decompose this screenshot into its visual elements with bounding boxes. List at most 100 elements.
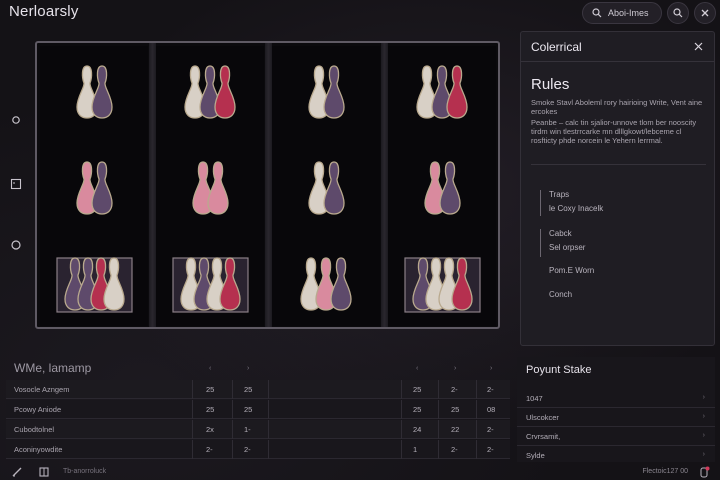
row-label: Cubodtolnel <box>14 425 55 434</box>
link-group-bar <box>540 190 541 216</box>
row-value: 25 <box>413 405 422 414</box>
search-label: Aboi-Imes <box>608 8 649 18</box>
reel-3 <box>272 46 380 326</box>
pin-symbol-icon <box>423 161 461 215</box>
pencil-icon[interactable] <box>11 466 23 478</box>
pin-purple <box>330 257 352 311</box>
reel-symbol <box>156 156 264 218</box>
reel-symbol <box>388 252 496 314</box>
chevron-right-icon: › <box>702 413 705 420</box>
table-title: WMe, lamamp <box>14 361 92 375</box>
row-value: 2- <box>206 445 213 454</box>
stake-panel: Poyunt Stake 1047 › Ulscokcer › Crvrsamit,… <box>517 357 715 462</box>
pin-crimson <box>446 65 468 119</box>
close-button[interactable] <box>694 2 716 24</box>
close-icon[interactable] <box>693 41 704 52</box>
pin-symbol-icon <box>55 257 133 313</box>
column-divider <box>192 400 193 419</box>
notification-icon[interactable] <box>698 466 710 478</box>
reel-divider <box>381 43 388 327</box>
ring-icon <box>11 240 21 250</box>
row-value: 2- <box>487 445 494 454</box>
pin-symbol-icon <box>75 161 113 215</box>
search-field[interactable]: Aboi-Imes <box>582 2 662 24</box>
prev-arrow[interactable]: ‹ <box>416 365 418 372</box>
link-group-bar <box>540 229 541 257</box>
footer-right-text: Flectoic127 00 <box>642 468 688 475</box>
stake-row[interactable]: 1047 › <box>517 389 715 408</box>
reel-4 <box>388 46 496 326</box>
panel-link-sub[interactable]: Sel orpser <box>549 243 585 252</box>
side-button-circle[interactable] <box>7 111 25 129</box>
table-row[interactable]: Pcowy Aniode 25 25 25 25 08 <box>6 400 510 419</box>
reel-symbol <box>156 60 264 122</box>
panel-title: Colerrical <box>521 32 714 62</box>
rules-text: Smoke Stavl Aboleml rory hairioing Write… <box>531 98 703 116</box>
pin-symbol-icon <box>416 65 468 119</box>
stake-row[interactable]: Crvrsamit, › <box>517 427 715 446</box>
row-value: 2- <box>451 385 458 394</box>
column-divider <box>476 400 477 419</box>
column-divider <box>268 400 269 419</box>
next-arrow[interactable]: › <box>454 365 456 372</box>
slot-board <box>35 41 500 329</box>
search-icon <box>592 8 602 18</box>
close-icon <box>701 9 709 17</box>
reel-symbol <box>40 252 148 314</box>
row-value: 25 <box>206 405 215 414</box>
pin-symbol-icon <box>403 257 481 313</box>
column-divider <box>192 440 193 459</box>
side-button-ring[interactable] <box>7 236 25 254</box>
footer-bar: Tb-anorroluck Flectoic127 00 <box>0 463 720 480</box>
table-row[interactable]: Cubodtolnel 2x 1- 24 22 2- <box>6 420 510 439</box>
reel-divider <box>149 43 156 327</box>
pin-purple <box>322 65 345 119</box>
reel-symbol <box>272 60 380 122</box>
column-divider <box>401 380 402 399</box>
column-divider <box>268 420 269 439</box>
row-value: 25 <box>244 385 253 394</box>
column-divider <box>438 440 439 459</box>
table-row[interactable]: Vosocle Azngem 25 25 25 2- 2- <box>6 380 510 399</box>
book-icon[interactable] <box>38 466 50 478</box>
reel-symbol <box>272 156 380 218</box>
table-row[interactable]: Aconinyowdite 2- 2- 1 2- 2- <box>6 440 510 459</box>
side-button-square[interactable] <box>7 175 25 193</box>
row-value: 1 <box>413 445 418 454</box>
top-bar: Nerloarsly Aboi-Imes <box>0 0 720 28</box>
prev-arrow[interactable]: ‹ <box>209 365 211 372</box>
stake-title: Poyunt Stake <box>526 364 592 376</box>
chevron-right-icon: › <box>702 432 705 439</box>
column-divider <box>438 420 439 439</box>
row-label: Pcowy Aniode <box>14 405 62 414</box>
panel-link[interactable]: Pom.E Worn <box>549 266 594 275</box>
square-icon <box>10 178 22 190</box>
row-value: 25 <box>413 385 422 394</box>
reel-symbol <box>156 252 264 314</box>
reel-divider <box>265 43 272 327</box>
row-value: 22 <box>451 425 460 434</box>
panel-link-sub[interactable]: le Coxy Inacelk <box>549 204 603 213</box>
row-value: 2- <box>487 425 494 434</box>
pin-purple <box>438 161 461 215</box>
panel-link[interactable]: Traps <box>549 190 569 199</box>
reel-symbol <box>388 60 496 122</box>
pin-symbol-icon <box>307 65 345 119</box>
next-arrow[interactable]: › <box>247 365 249 372</box>
column-divider <box>192 380 193 399</box>
stake-row[interactable]: Ulscokcer › <box>517 408 715 427</box>
pin-symbol-icon <box>171 257 249 313</box>
row-value: 1- <box>244 425 251 434</box>
pin-symbol-icon <box>191 161 229 215</box>
panel-link[interactable]: Cabck <box>549 229 572 238</box>
search-button[interactable] <box>667 2 689 24</box>
reel-symbol <box>272 252 380 314</box>
table-header: WMe, lamamp ‹ › ‹ › › <box>6 357 510 379</box>
reel-symbol <box>40 156 148 218</box>
row-value: 25 <box>206 385 215 394</box>
next-arrow[interactable]: › <box>490 365 492 372</box>
paytable: WMe, lamamp ‹ › ‹ › › Vosocle Azngem 25 25… <box>6 357 510 462</box>
column-divider <box>476 440 477 459</box>
column-divider <box>438 400 439 419</box>
panel-link[interactable]: Conch <box>549 290 572 299</box>
